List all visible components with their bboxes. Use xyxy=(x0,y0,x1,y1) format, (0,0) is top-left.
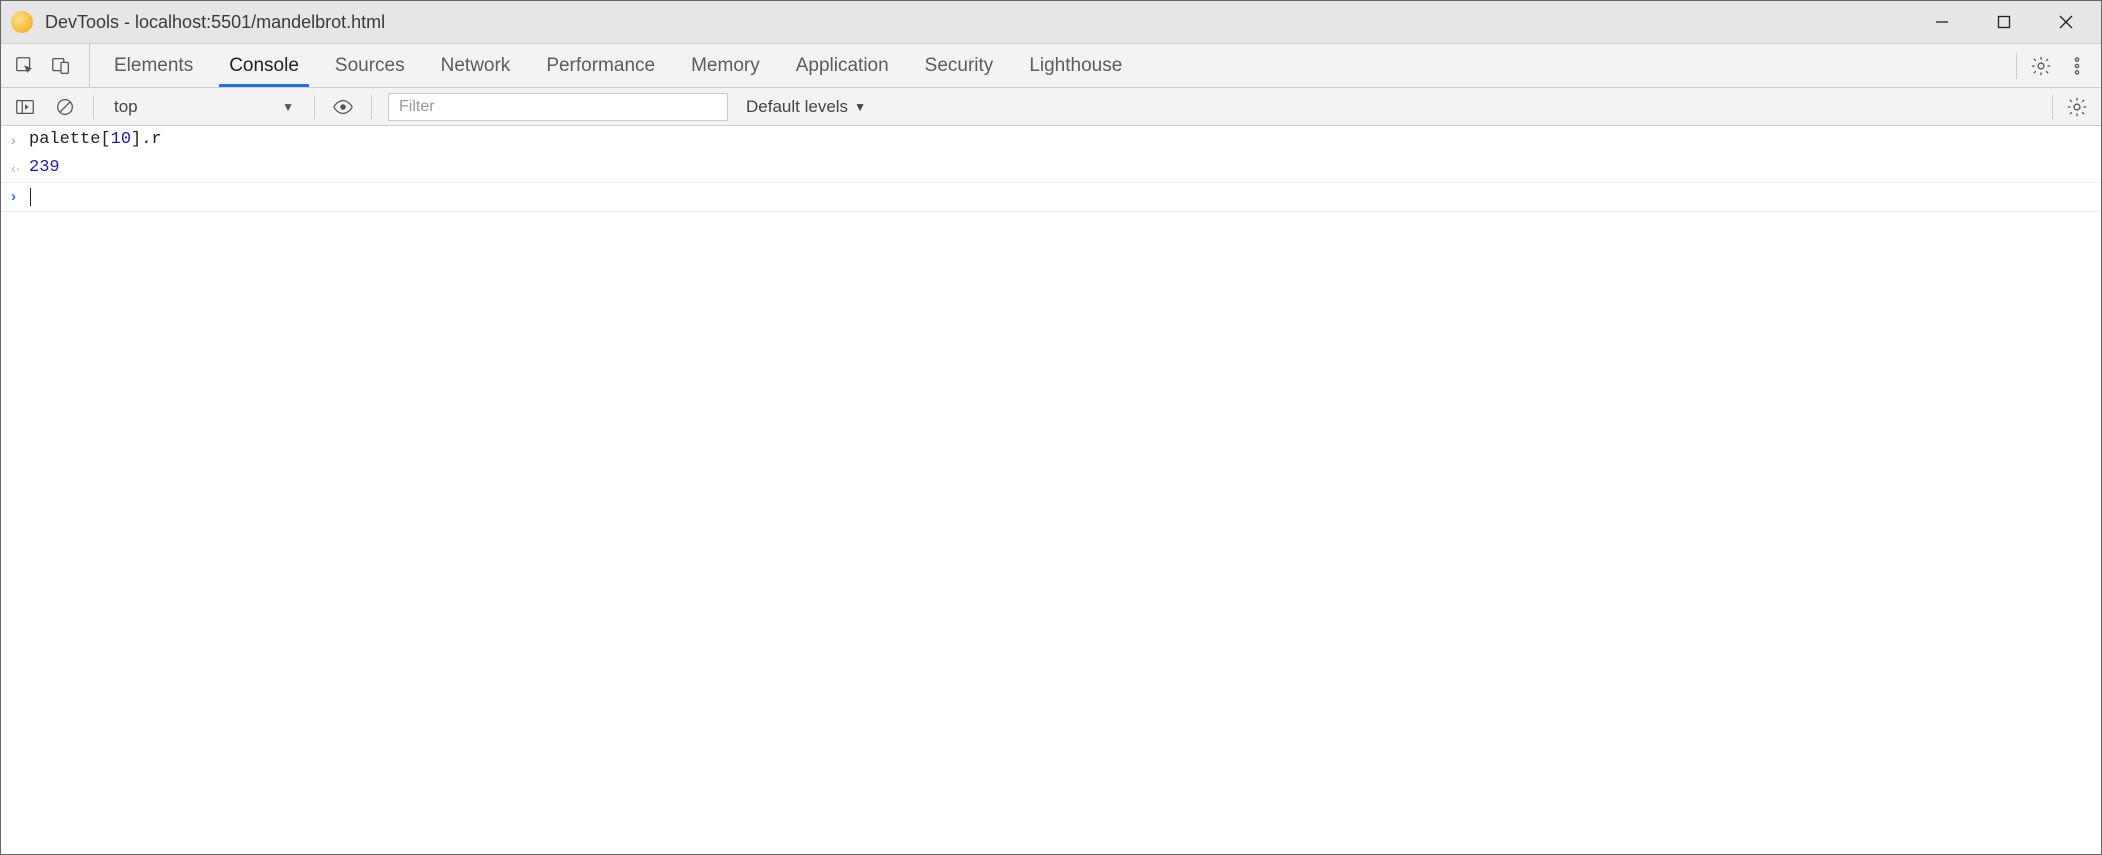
maximize-button[interactable] xyxy=(1973,1,2035,43)
chevron-down-icon: ▼ xyxy=(854,100,866,114)
input-chevron-icon: › xyxy=(11,129,29,151)
window-controls xyxy=(1911,1,2097,43)
output-chevron-icon: ‹· xyxy=(11,157,29,179)
inspect-icon xyxy=(14,55,36,77)
console-prompt[interactable]: › xyxy=(1,183,2101,212)
tab-label: Memory xyxy=(691,55,760,77)
tab-label: Application xyxy=(796,55,889,77)
minimize-button[interactable] xyxy=(1911,1,1973,43)
console-input-line[interactable] xyxy=(29,186,2093,208)
divider xyxy=(371,95,372,119)
tab-application[interactable]: Application xyxy=(778,44,907,87)
console-toolbar-right xyxy=(2046,89,2095,125)
inspect-tools xyxy=(7,44,90,87)
console-toolbar: top ▼ Default levels ▼ xyxy=(1,88,2101,126)
divider xyxy=(2016,53,2017,79)
filter-input[interactable] xyxy=(388,93,728,121)
tab-elements[interactable]: Elements xyxy=(96,44,211,87)
console-output[interactable]: ‹· 239 xyxy=(1,154,2101,183)
devtools-app-icon xyxy=(11,11,33,33)
tab-lighthouse[interactable]: Lighthouse xyxy=(1011,44,1140,87)
more-menu-button[interactable] xyxy=(2059,48,2095,84)
levels-label: Default levels xyxy=(746,97,848,117)
close-button[interactable] xyxy=(2035,1,2097,43)
tab-label: Lighthouse xyxy=(1029,55,1122,77)
console-settings-button[interactable] xyxy=(2059,89,2095,125)
live-expression-button[interactable] xyxy=(325,89,361,125)
toggle-sidebar-button[interactable] xyxy=(7,89,43,125)
tab-label: Elements xyxy=(114,55,193,77)
gear-icon xyxy=(2066,96,2088,118)
tab-performance[interactable]: Performance xyxy=(528,44,673,87)
divider xyxy=(2052,95,2053,119)
panel-tabs: Elements Console Sources Network Perform… xyxy=(96,44,1140,87)
eye-icon xyxy=(332,96,354,118)
context-label: top xyxy=(114,97,138,117)
expr-number: 10 xyxy=(111,130,131,149)
tab-network[interactable]: Network xyxy=(423,44,529,87)
kebab-icon xyxy=(2066,55,2088,77)
device-toolbar-button[interactable] xyxy=(43,48,79,84)
tab-label: Network xyxy=(441,55,511,77)
titlebar: DevTools - localhost:5501/mandelbrot.htm… xyxy=(1,1,2101,44)
divider xyxy=(93,95,94,119)
text-cursor xyxy=(30,188,31,206)
console-expression: palette[10].r xyxy=(29,129,2093,151)
prompt-chevron-icon: › xyxy=(11,186,29,208)
expr-text: ].r xyxy=(131,130,162,149)
window-title: DevTools - localhost:5501/mandelbrot.htm… xyxy=(45,12,1911,33)
minimize-icon xyxy=(1934,14,1950,30)
gear-icon xyxy=(2030,55,2052,77)
tab-label: Console xyxy=(229,55,299,77)
tabsbar-right-tools xyxy=(2010,44,2101,87)
settings-button[interactable] xyxy=(2023,48,2059,84)
console-toolbar-left: top ▼ Default levels ▼ xyxy=(7,89,866,125)
console-output-value: 239 xyxy=(29,157,2093,179)
tab-sources[interactable]: Sources xyxy=(317,44,423,87)
tab-label: Sources xyxy=(335,55,405,77)
tab-console[interactable]: Console xyxy=(211,44,317,87)
tab-label: Security xyxy=(925,55,994,77)
devtools-window: DevTools - localhost:5501/mandelbrot.htm… xyxy=(0,0,2102,855)
sidebar-icon xyxy=(14,96,36,118)
log-levels-selector[interactable]: Default levels ▼ xyxy=(746,97,866,117)
clear-icon xyxy=(54,96,76,118)
main-tabsbar: Elements Console Sources Network Perform… xyxy=(1,44,2101,88)
chevron-down-icon: ▼ xyxy=(282,100,294,114)
maximize-icon xyxy=(1996,14,2012,30)
divider xyxy=(314,95,315,119)
close-icon xyxy=(2058,14,2074,30)
expr-text: palette[ xyxy=(29,130,111,149)
device-icon xyxy=(50,55,72,77)
context-selector[interactable]: top ▼ xyxy=(104,93,304,121)
tab-memory[interactable]: Memory xyxy=(673,44,778,87)
clear-console-button[interactable] xyxy=(47,89,83,125)
inspect-element-button[interactable] xyxy=(7,48,43,84)
tab-security[interactable]: Security xyxy=(907,44,1012,87)
tab-label: Performance xyxy=(546,55,655,77)
console-history-input[interactable]: › palette[10].r xyxy=(1,126,2101,154)
console-body[interactable]: › palette[10].r ‹· 239 › xyxy=(1,126,2101,854)
